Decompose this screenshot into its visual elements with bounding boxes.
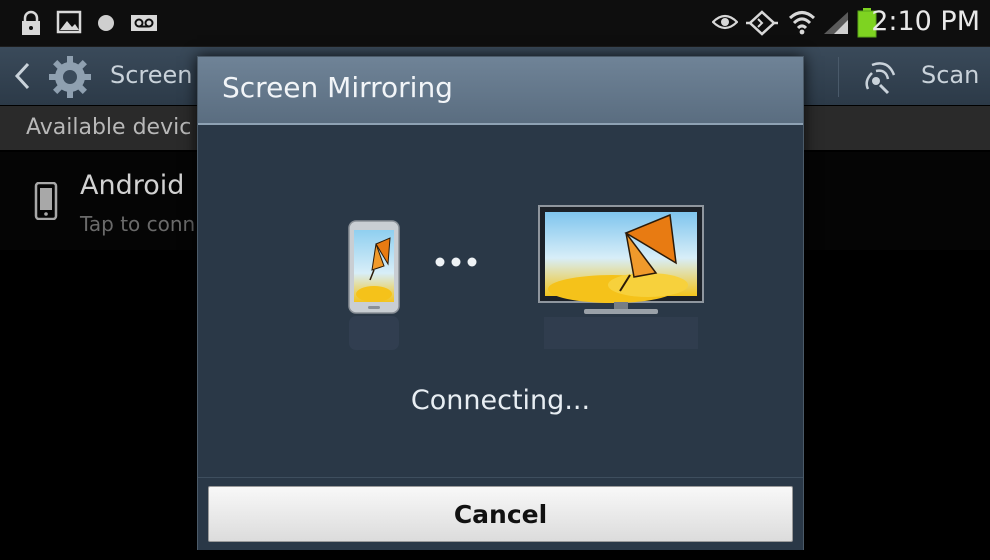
mirroring-icon	[744, 10, 780, 40]
device-name: Android	[80, 170, 185, 201]
dialog-title: Screen Mirroring	[222, 71, 453, 104]
clock: 2:10 PM	[871, 6, 980, 37]
lock-icon	[18, 10, 44, 40]
dialog-title-bar: Screen Mirroring	[198, 57, 803, 125]
connection-status: Connecting...	[410, 385, 591, 416]
chevron-left-icon[interactable]	[12, 61, 34, 95]
device-subtitle: Tap to conn	[80, 212, 196, 236]
connecting-dots	[434, 253, 478, 272]
screen-mirroring-dialog: Screen Mirroring Connecting... Cancel	[197, 56, 804, 550]
image-icon	[56, 10, 82, 38]
phone-illustration-icon	[348, 220, 400, 356]
cancel-button[interactable]: Cancel	[208, 486, 793, 542]
phone-icon	[34, 181, 58, 224]
gear-icon	[46, 53, 94, 105]
scan-button[interactable]: Scan	[921, 61, 979, 89]
android-screen: 2:10 PM Screen Scan Available devic Andr…	[0, 0, 990, 560]
status-bar: 2:10 PM	[0, 0, 990, 47]
record-icon	[96, 13, 116, 37]
dialog-body: Connecting...	[198, 125, 803, 477]
wifi-icon	[788, 8, 816, 40]
scan-icon[interactable]	[862, 59, 902, 99]
section-header-label: Available devic	[26, 115, 192, 140]
mirroring-illustration	[198, 125, 803, 355]
tv-illustration-icon	[538, 205, 704, 359]
dialog-footer: Cancel	[198, 477, 803, 550]
action-bar-title: Screen	[110, 61, 193, 89]
signal-icon	[822, 10, 850, 40]
action-bar-divider	[838, 57, 839, 97]
eye-icon	[711, 13, 739, 35]
voicemail-icon	[130, 14, 158, 36]
